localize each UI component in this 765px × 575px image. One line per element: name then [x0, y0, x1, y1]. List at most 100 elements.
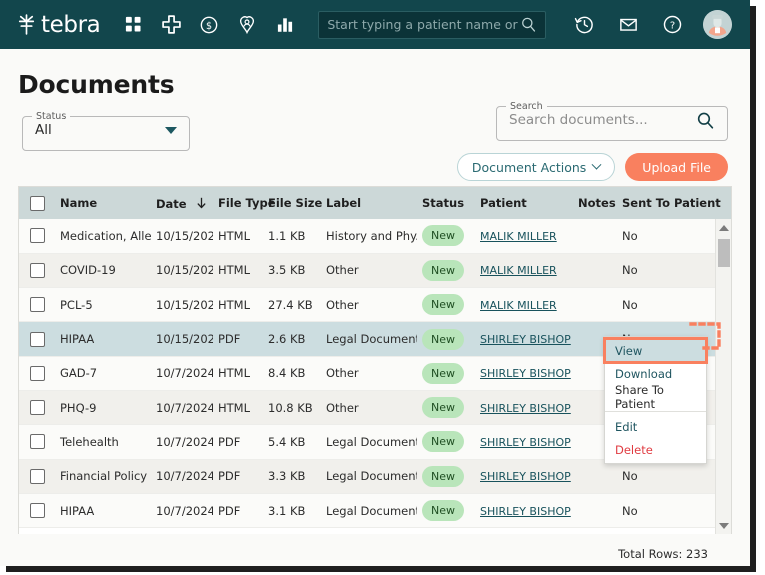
dollar-circle-icon[interactable]: $ [190, 8, 228, 42]
cell-patient: MALIK MILLER [475, 253, 573, 289]
plus-cross-icon[interactable] [152, 8, 190, 42]
row-select-cell [19, 459, 55, 494]
row-checkbox[interactable] [30, 262, 45, 278]
bar-chart-icon[interactable] [266, 8, 304, 42]
status-badge: New [422, 465, 464, 487]
context-menu-item-edit[interactable]: Edit [605, 415, 706, 438]
column-header-file-type[interactable]: File Type [213, 187, 276, 219]
document-search-input[interactable]: Search Search documents... [496, 101, 728, 141]
svg-text:?: ? [669, 20, 674, 31]
row-checkbox[interactable] [30, 365, 45, 381]
cell-label: History and Phy... [321, 219, 417, 254]
context-menu-item-share-to-patient[interactable]: Share To Patient [605, 383, 706, 411]
bar-chart-glyph [278, 18, 293, 32]
status-filter-select[interactable]: Status All [22, 111, 190, 151]
cell-sent-to-patient: No [617, 287, 719, 323]
cell-label: Legal Document [321, 459, 417, 494]
column-header-notes[interactable]: Notes [573, 187, 617, 219]
patient-link[interactable]: SHIRLEY BISHOP [480, 505, 571, 518]
status-badge: New [422, 294, 464, 316]
row-checkbox[interactable] [30, 434, 45, 450]
apps-grid-glyph [125, 16, 141, 32]
table-row[interactable]: PCL-510/15/2024HTML27.4 KBOtherNew MALIK … [19, 287, 731, 323]
cell-label: Legal Document [321, 493, 417, 529]
patient-link[interactable]: SHIRLEY BISHOP [480, 367, 571, 380]
cell-name: Medication, Alle... [55, 219, 151, 254]
select-all-checkbox[interactable] [30, 195, 45, 211]
table-row[interactable]: HIPAA 10/7/2024 PDF 3.1 KB Legal Document New… [19, 493, 731, 529]
search-icon[interactable] [696, 111, 715, 130]
table-row[interactable]: COVID-1910/15/2024HTML3.5 KBOtherNew MALI… [19, 253, 731, 289]
row-select-cell [19, 287, 55, 323]
mail-envelope-icon[interactable] [609, 8, 647, 42]
row-checkbox[interactable] [30, 468, 45, 484]
row-select-cell [19, 356, 55, 391]
row-checkbox[interactable] [30, 297, 45, 313]
table-row[interactable]: Medication, Alle...10/15/2024HTML1.1 KBH… [19, 219, 731, 254]
cell-label: Legal Document [321, 321, 417, 357]
context-menu-separator [605, 411, 706, 412]
column-header-date[interactable]: Date [151, 187, 213, 219]
cell-file-type: PDF [213, 459, 263, 494]
cell-sent-to-patient: No [617, 219, 719, 254]
cell-name: Financial Policy [55, 459, 151, 494]
row-context-menu: View Download Share To Patient Edit Delete [603, 336, 708, 464]
column-header-sent-to-patient[interactable]: Sent To Patient [617, 187, 721, 219]
cell-file-size: 10.8 KB [263, 390, 321, 426]
cell-patient: SHIRLEY BISHOP [475, 493, 573, 529]
help-question-icon[interactable]: ? [653, 8, 691, 42]
row-checkbox[interactable] [30, 228, 45, 244]
patient-link[interactable]: MALIK MILLER [480, 264, 557, 277]
row-select-cell [19, 493, 55, 529]
scroll-down-arrow-icon[interactable] [716, 517, 731, 534]
context-menu-item-view[interactable]: View [603, 337, 708, 364]
cell-status: New [417, 493, 475, 529]
row-checkbox[interactable] [30, 503, 45, 519]
patient-shield-icon[interactable] [228, 8, 266, 42]
apps-grid-icon[interactable] [114, 8, 152, 42]
status-badge: New [422, 328, 464, 350]
row-checkbox[interactable] [30, 331, 45, 347]
patient-link[interactable]: MALIK MILLER [480, 299, 557, 312]
patient-link[interactable]: SHIRLEY BISHOP [480, 402, 571, 415]
row-select-cell [19, 321, 55, 357]
cell-patient: SHIRLEY BISHOP [475, 459, 573, 494]
tebra-logo[interactable]: tebra [14, 12, 101, 37]
patient-link[interactable]: SHIRLEY BISHOP [480, 436, 571, 449]
patient-shield-glyph [240, 15, 255, 34]
chevron-down-icon[interactable] [165, 126, 177, 134]
scrollbar-thumb[interactable] [718, 239, 730, 267]
cell-file-type: PDF [213, 424, 263, 460]
cell-patient: SHIRLEY BISHOP [475, 356, 573, 391]
column-header-label[interactable]: Label [321, 187, 417, 219]
select-all-header [19, 187, 55, 219]
patient-link[interactable]: SHIRLEY BISHOP [480, 470, 571, 483]
document-actions-button[interactable]: Document Actions [456, 153, 616, 181]
help-question-glyph: ? [663, 15, 681, 34]
document-actions-label: Document Actions [471, 159, 587, 175]
upload-file-button[interactable]: Upload File [625, 153, 728, 181]
global-patient-search[interactable]: Start typing a patient name or DOB [318, 10, 547, 39]
cell-patient: SHIRLEY BISHOP [475, 424, 573, 460]
table-vertical-scrollbar[interactable] [715, 219, 731, 534]
search-icon[interactable] [520, 16, 537, 33]
context-menu-item-delete[interactable]: Delete [605, 438, 706, 461]
user-avatar[interactable] [703, 10, 732, 39]
patient-link[interactable]: SHIRLEY BISHOP [480, 333, 571, 346]
patient-link[interactable]: MALIK MILLER [480, 230, 557, 243]
table-row[interactable]: Financial Policy 10/7/2024 PDF 3.3 KB Legal … [19, 459, 731, 494]
column-header-file-size[interactable]: File Size [263, 187, 322, 219]
cell-patient: MALIK MILLER [475, 219, 573, 254]
column-header-status[interactable]: Status [417, 187, 475, 219]
history-clock-icon[interactable] [565, 8, 603, 42]
scroll-up-arrow-icon[interactable] [716, 219, 731, 236]
row-checkbox[interactable] [30, 400, 45, 416]
column-header-patient[interactable]: Patient [475, 187, 573, 219]
cell-file-type: HTML [213, 390, 263, 426]
cell-notes [573, 493, 617, 529]
column-header-name[interactable]: Name [55, 187, 151, 219]
search-input-placeholder: Search documents... [509, 112, 648, 128]
cell-file-size: 8.4 KB [263, 356, 321, 391]
cell-label: Other [321, 390, 417, 426]
total-rows-label: Total Rows: 233 [618, 547, 708, 561]
